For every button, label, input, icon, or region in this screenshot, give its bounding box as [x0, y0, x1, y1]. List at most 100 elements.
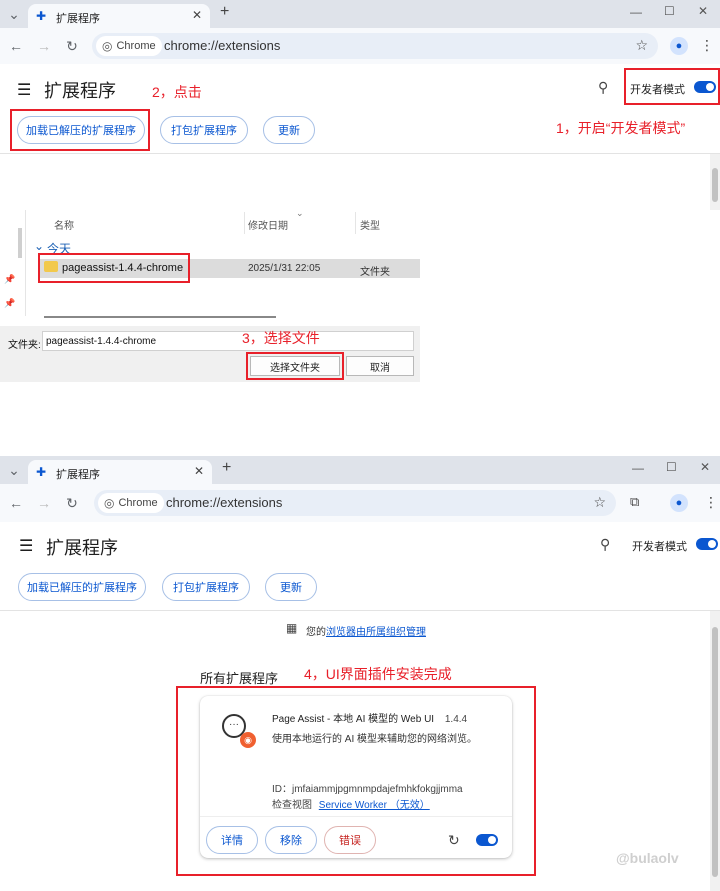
url-text: chrome://extensions: [164, 38, 281, 53]
file-type: 文件夹: [360, 267, 390, 278]
search-icon-2[interactable]: ⚲: [600, 536, 610, 553]
omnibox-2[interactable]: ◎ Chrome chrome://extensions ☆: [94, 490, 616, 516]
page-title: 扩展程序: [44, 81, 116, 101]
back-icon[interactable]: ←: [8, 38, 24, 54]
window-close-icon[interactable]: ✕: [698, 4, 708, 18]
search-icon[interactable]: ⚲: [598, 79, 608, 96]
page-scrollbar[interactable]: [710, 154, 720, 210]
header-divider: [0, 153, 720, 154]
annotation-step3: 3，选择文件: [242, 330, 320, 346]
dev-mode-label-2: 开发者模式: [632, 541, 687, 553]
sort-chevron-icon: ⌄: [296, 208, 304, 218]
tab-title-2: 扩展程序: [56, 469, 100, 481]
tab-search-icon-2[interactable]: ⌄: [6, 462, 22, 478]
tab-extensions-2[interactable]: ✚ 扩展程序 ✕: [28, 460, 212, 484]
menu-kebab-icon[interactable]: ⋮: [700, 37, 714, 54]
page-scrollbar-2[interactable]: [710, 611, 720, 891]
managed-link[interactable]: 浏览器由所属组织管理: [326, 627, 426, 638]
back-icon-2[interactable]: ←: [8, 495, 24, 511]
extension-version: 1.4.4: [444, 714, 468, 725]
remove-button[interactable]: 移除: [265, 826, 317, 854]
annotation-step1: 1，开启“开发者模式”: [556, 120, 686, 136]
url-text-2: chrome://extensions: [166, 495, 283, 510]
minimize-icon-2[interactable]: —: [632, 461, 644, 475]
bookmark-star-icon[interactable]: ☆: [635, 37, 648, 54]
details-button[interactable]: 详情: [206, 826, 258, 854]
folder-input[interactable]: pageassist-1.4.4-chrome: [42, 331, 414, 351]
extension-id: ID：jmfaiammjpgmnmpdajefmhkfokgjjmma: [272, 784, 463, 795]
dev-mode-label: 开发者模式: [630, 84, 685, 96]
folder-label: 文件夹:: [8, 340, 41, 351]
column-name[interactable]: 名称: [54, 217, 74, 232]
chrome-logo-icon: ◎: [102, 39, 113, 53]
column-divider-2: [355, 212, 356, 234]
annotation-step2: 2，点击: [152, 84, 202, 100]
all-extensions-heading: 所有扩展程序: [200, 671, 279, 686]
header-divider-2: [0, 610, 720, 611]
tab-extensions[interactable]: ✚ 扩展程序 ✕: [28, 4, 210, 28]
profile-avatar-icon-2[interactable]: ●: [670, 494, 688, 512]
managed-prefix: 您的: [306, 627, 326, 638]
close-tab-icon[interactable]: ✕: [192, 8, 202, 22]
puzzle-icon-2: ✚: [36, 465, 47, 479]
highlight-load-unpacked: [10, 109, 150, 151]
extension-name: Page Assist - 本地 AI 模型的 Web UI: [272, 714, 435, 725]
highlight-file-row: [38, 253, 190, 283]
column-type[interactable]: 类型: [360, 217, 380, 232]
window-close-icon-2[interactable]: ✕: [700, 460, 710, 474]
hamburger-menu-icon[interactable]: ☰: [17, 80, 31, 100]
reload-icon-2[interactable]: ↻: [64, 495, 80, 511]
reload-icon[interactable]: ↻: [64, 38, 80, 54]
service-worker-link[interactable]: Service Worker （无效）: [319, 800, 430, 811]
card-divider: [200, 816, 512, 817]
dev-mode-toggle-2[interactable]: [696, 538, 718, 550]
extensions-puzzle-icon[interactable]: ⧉: [630, 494, 639, 510]
dialog-h-scrollbar[interactable]: [44, 316, 276, 318]
new-tab-icon[interactable]: +: [220, 3, 229, 21]
annotation-step4: 4，UI界面插件安装完成: [304, 666, 452, 682]
scroll-thumb[interactable]: [712, 168, 718, 202]
minimize-icon[interactable]: —: [630, 5, 642, 19]
pin-icon-2: 📌: [4, 298, 16, 308]
update-button[interactable]: 更新: [263, 116, 315, 144]
dev-mode-toggle[interactable]: [694, 81, 716, 93]
maximize-icon[interactable]: ☐: [664, 4, 675, 18]
chrome-chip-2[interactable]: ◎ Chrome: [98, 493, 164, 513]
file-date: 2025/1/31 22:05: [248, 263, 321, 274]
hamburger-menu-icon-2[interactable]: ☰: [19, 536, 33, 556]
update-button-2[interactable]: 更新: [265, 573, 317, 601]
maximize-icon-2[interactable]: ☐: [666, 460, 677, 474]
omnibox[interactable]: ◎ Chrome chrome://extensions ☆: [92, 33, 658, 59]
extension-description: 使用本地运行的 AI 模型来辅助您的网络浏览。: [272, 734, 478, 745]
highlight-select-folder: [246, 352, 344, 380]
chrome-chip[interactable]: ◎ Chrome: [96, 36, 162, 56]
dialog-nav-pane: 📌 📌: [0, 210, 26, 316]
scroll-thumb-2[interactable]: [712, 627, 718, 877]
forward-icon[interactable]: →: [36, 38, 52, 54]
column-date[interactable]: 修改日期: [248, 217, 288, 232]
pack-extension-button-2[interactable]: 打包扩展程序: [162, 573, 250, 601]
load-unpacked-button-2[interactable]: 加载已解压的扩展程序: [18, 573, 146, 601]
reload-extension-icon[interactable]: ↻: [448, 832, 460, 849]
cancel-button[interactable]: 取消: [346, 356, 414, 376]
bookmark-star-icon-2[interactable]: ☆: [593, 494, 606, 511]
pack-extension-button[interactable]: 打包扩展程序: [160, 116, 248, 144]
group-chevron-icon[interactable]: ⌄: [34, 239, 44, 253]
status-badge-icon: ◉: [240, 732, 256, 748]
page-title-2: 扩展程序: [46, 538, 118, 558]
forward-icon-2[interactable]: →: [36, 495, 52, 511]
building-icon: ▦: [286, 621, 298, 635]
nav-pane-scroll[interactable]: [18, 228, 22, 258]
errors-button[interactable]: 错误: [324, 826, 376, 854]
extension-card: ··· ◉ Page Assist - 本地 AI 模型的 Web UI 1.4…: [200, 696, 512, 858]
close-tab-icon-2[interactable]: ✕: [194, 464, 204, 478]
tab-title: 扩展程序: [56, 13, 100, 25]
chrome-logo-icon-2: ◎: [104, 496, 115, 510]
new-tab-icon-2[interactable]: +: [222, 459, 231, 477]
profile-avatar-icon[interactable]: ●: [670, 37, 688, 55]
menu-kebab-icon-2[interactable]: ⋮: [704, 494, 718, 511]
extension-enable-toggle[interactable]: [476, 834, 498, 846]
inspect-views-label: 检查视图: [272, 800, 312, 811]
tab-search-icon[interactable]: ⌄: [6, 6, 22, 22]
watermark: @bulaolv: [616, 850, 679, 866]
